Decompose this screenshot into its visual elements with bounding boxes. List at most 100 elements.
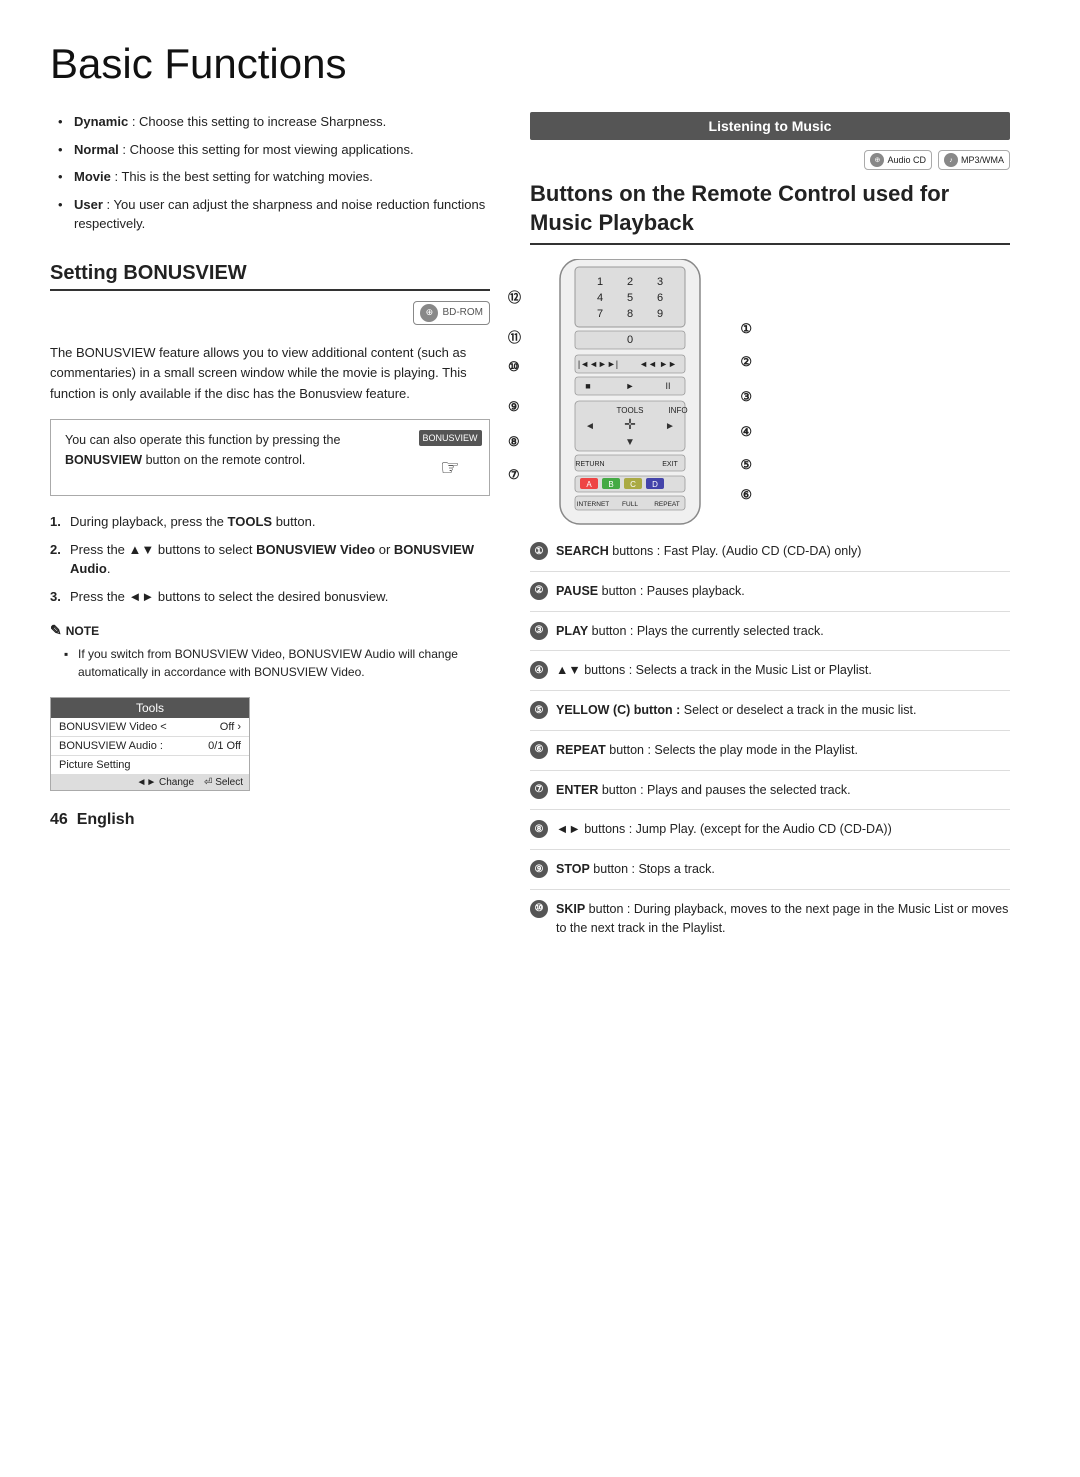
svg-text:II: II (665, 381, 670, 391)
desc-num-8: ⑧ (530, 820, 548, 838)
svg-text:INTERNET: INTERNET (577, 501, 610, 508)
remote-diagram-wrapper: ⑫ ⑪ ⑩ ⑨ ⑧ ⑦ ① ② ③ ④ ⑤ ⑥ 1 (530, 259, 1010, 532)
hand-icon: ☞ (440, 450, 460, 485)
description-list: ① SEARCH buttons : Fast Play. (Audio CD … (530, 542, 1010, 947)
svg-text:►: ► (665, 421, 675, 432)
change-hint: ◄► Change (136, 777, 194, 788)
remote-svg: 1 2 3 4 5 6 7 8 9 0 |◄◄ ►►| ◄◄ (530, 259, 730, 529)
desc-text-6: REPEAT button : Selects the play mode in… (556, 741, 858, 760)
circle-2: ② (740, 354, 752, 370)
svg-text:0: 0 (627, 334, 633, 346)
desc-num-6: ⑥ (530, 741, 548, 759)
svg-text:6: 6 (657, 292, 663, 304)
circle-1: ① (740, 321, 752, 337)
desc-num-5: ⑤ (530, 701, 548, 719)
svg-text:INFO: INFO (668, 406, 687, 415)
bd-rom-badge: ⊕ BD-ROM (413, 301, 490, 325)
svg-text:◄: ◄ (585, 421, 595, 432)
desc-text-4: ▲▼ buttons : Selects a track in the Musi… (556, 661, 872, 680)
circle-10: ⑩ (508, 359, 520, 375)
listening-banner: Listening to Music (530, 112, 1010, 140)
svg-text:B: B (608, 480, 613, 489)
audio-cd-badge: ⊕ Audio CD (864, 150, 932, 170)
page-title: Basic Functions (50, 40, 1030, 88)
bonusview-section: Setting BONUSVIEW ⊕ BD-ROM The BONUSVIEW… (50, 262, 490, 792)
svg-text:◄◄: ◄◄ (639, 359, 657, 369)
circle-4: ④ (740, 424, 752, 440)
svg-text:TOOLS: TOOLS (617, 406, 644, 415)
page-number: 46 English (50, 811, 490, 829)
bonusview-button-image: BONUSVIEW ☞ (425, 430, 475, 486)
tools-menu-item-bonusview-audio: BONUSVIEW Audio : 0/1 Off (51, 737, 249, 756)
desc-text-8: ◄► buttons : Jump Play. (except for the … (556, 820, 892, 839)
svg-text:■: ■ (585, 381, 590, 391)
desc-text-3: PLAY button : Plays the currently select… (556, 622, 824, 641)
note-item-1: If you switch from BONUSVIEW Video, BONU… (64, 645, 490, 681)
note-section: NOTE If you switch from BONUSVIEW Video,… (50, 622, 490, 681)
desc-item-6: ⑥ REPEAT button : Selects the play mode … (530, 741, 1010, 771)
circle-9: ⑨ (508, 399, 520, 415)
mp3-wma-badge: ♪ MP3/WMA (938, 150, 1010, 170)
left-column: Dynamic : Choose this setting to increas… (50, 112, 490, 957)
svg-text:►►|: ►►| (598, 359, 618, 369)
circle-7: ⑦ (508, 467, 520, 483)
tools-menu-header: Tools (51, 698, 249, 718)
desc-num-3: ③ (530, 622, 548, 640)
circle-12: ⑫ (508, 287, 521, 306)
svg-text:A: A (586, 480, 592, 489)
bullet-user: User : You user can adjust the sharpness… (58, 195, 490, 234)
desc-num-10: ⑩ (530, 900, 548, 918)
desc-text-10: SKIP button : During playback, moves to … (556, 900, 1010, 938)
desc-text-7: ENTER button : Plays and pauses the sele… (556, 781, 851, 800)
svg-text:REPEAT: REPEAT (654, 501, 680, 508)
svg-text:D: D (652, 480, 658, 489)
svg-text:FULL: FULL (622, 501, 638, 508)
svg-text:8: 8 (627, 308, 633, 320)
svg-text:5: 5 (627, 292, 633, 304)
svg-text:3: 3 (657, 276, 663, 288)
circle-3: ③ (740, 389, 752, 405)
desc-item-4: ④ ▲▼ buttons : Selects a track in the Mu… (530, 661, 1010, 691)
desc-item-9: ⑨ STOP button : Stops a track. (530, 860, 1010, 890)
desc-text-2: PAUSE button : Pauses playback. (556, 582, 745, 601)
bonusview-steps: 1. During playback, press the TOOLS butt… (50, 512, 490, 606)
bullet-movie: Movie : This is the best setting for wat… (58, 167, 490, 187)
bonusview-box-text: You can also operate this function by pr… (65, 430, 415, 470)
desc-num-2: ② (530, 582, 548, 600)
desc-num-9: ⑨ (530, 860, 548, 878)
desc-item-3: ③ PLAY button : Plays the currently sele… (530, 622, 1010, 652)
desc-item-2: ② PAUSE button : Pauses playback. (530, 582, 1010, 612)
svg-text:►: ► (626, 381, 635, 391)
bonusview-info-box: You can also operate this function by pr… (50, 419, 490, 497)
bullet-list: Dynamic : Choose this setting to increas… (50, 112, 490, 234)
desc-num-1: ① (530, 542, 548, 560)
bonusview-btn-label: BONUSVIEW (419, 430, 482, 446)
circle-11: ⑪ (508, 327, 521, 346)
desc-text-9: STOP button : Stops a track. (556, 860, 715, 879)
select-hint: ⏎ Select (204, 777, 243, 788)
circle-5: ⑤ (740, 457, 752, 473)
svg-text:9: 9 (657, 308, 663, 320)
svg-text:1: 1 (597, 276, 603, 288)
desc-text-5: YELLOW (C) button : Select or deselect a… (556, 701, 917, 720)
desc-num-7: ⑦ (530, 781, 548, 799)
tools-menu-item-picture: Picture Setting (51, 756, 249, 775)
svg-text:|◄◄: |◄◄ (578, 359, 598, 369)
svg-text:✛: ✛ (624, 416, 636, 432)
bd-rom-label: BD-ROM (442, 307, 483, 318)
tools-menu-item-bonusview-video: BONUSVIEW Video < Off › (51, 718, 249, 737)
audio-cd-icon: ⊕ (870, 153, 884, 167)
desc-item-5: ⑤ YELLOW (C) button : Select or deselect… (530, 701, 1010, 731)
svg-text:EXIT: EXIT (662, 461, 678, 468)
svg-text:RETURN: RETURN (575, 461, 604, 468)
desc-num-4: ④ (530, 661, 548, 679)
desc-item-8: ⑧ ◄► buttons : Jump Play. (except for th… (530, 820, 1010, 850)
step-2: 2. Press the ▲▼ buttons to select BONUSV… (50, 540, 490, 579)
disc-badges: ⊕ Audio CD ♪ MP3/WMA (530, 150, 1010, 170)
circle-6: ⑥ (740, 487, 752, 503)
svg-text:▼: ▼ (625, 437, 635, 448)
desc-item-1: ① SEARCH buttons : Fast Play. (Audio CD … (530, 542, 1010, 572)
tools-menu: Tools BONUSVIEW Video < Off › BONUSVIEW … (50, 697, 250, 791)
svg-text:4: 4 (597, 292, 603, 304)
note-label: NOTE (50, 622, 490, 639)
